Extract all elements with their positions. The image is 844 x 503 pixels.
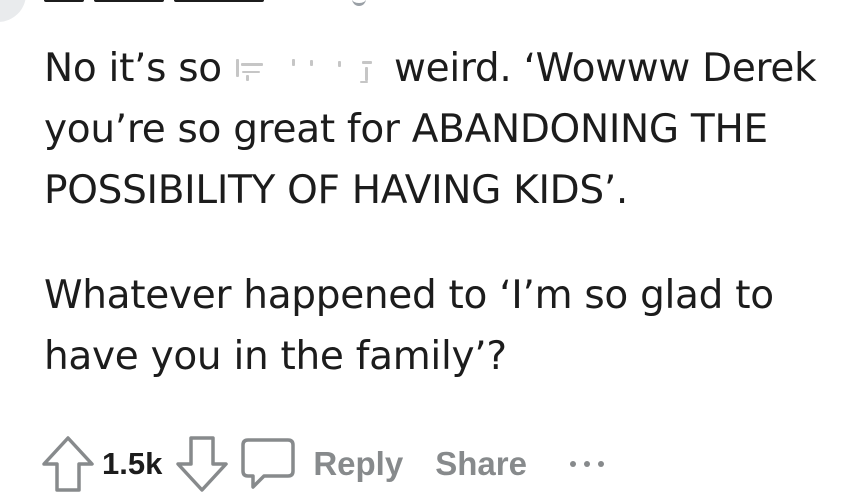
share-button[interactable]: Share bbox=[426, 445, 536, 483]
downvote-button[interactable] bbox=[172, 434, 232, 494]
reply-icon-button[interactable] bbox=[238, 434, 298, 494]
comment-text-before-censor: No it’s so bbox=[44, 46, 234, 91]
username-fragment bbox=[44, 0, 284, 4]
speech-bubble-icon bbox=[241, 438, 296, 489]
upvote-button[interactable] bbox=[38, 434, 98, 494]
avatar[interactable] bbox=[0, 0, 26, 22]
vote-count: 1.5k bbox=[102, 446, 163, 481]
censored-word bbox=[234, 55, 382, 85]
comment-body: No it’s so weird. ‘Wowww Derek you’re so… bbox=[44, 38, 834, 387]
comment-paragraph-1: No it’s so weird. ‘Wowww Derek you’re so… bbox=[44, 38, 834, 221]
arrow-up-outline-icon bbox=[42, 436, 94, 492]
comment-action-bar: 1.5k Reply Share bbox=[38, 432, 718, 496]
comment-header-fragment bbox=[0, 0, 844, 22]
reply-button[interactable]: Reply bbox=[304, 445, 412, 483]
ellipsis-icon bbox=[569, 461, 576, 467]
more-options-button[interactable] bbox=[558, 444, 616, 484]
timestamp-fragment bbox=[352, 0, 366, 6]
arrow-down-outline-icon bbox=[176, 436, 229, 492]
comment-paragraph-2: Whatever happened to ‘I’m so glad to hav… bbox=[44, 273, 774, 379]
